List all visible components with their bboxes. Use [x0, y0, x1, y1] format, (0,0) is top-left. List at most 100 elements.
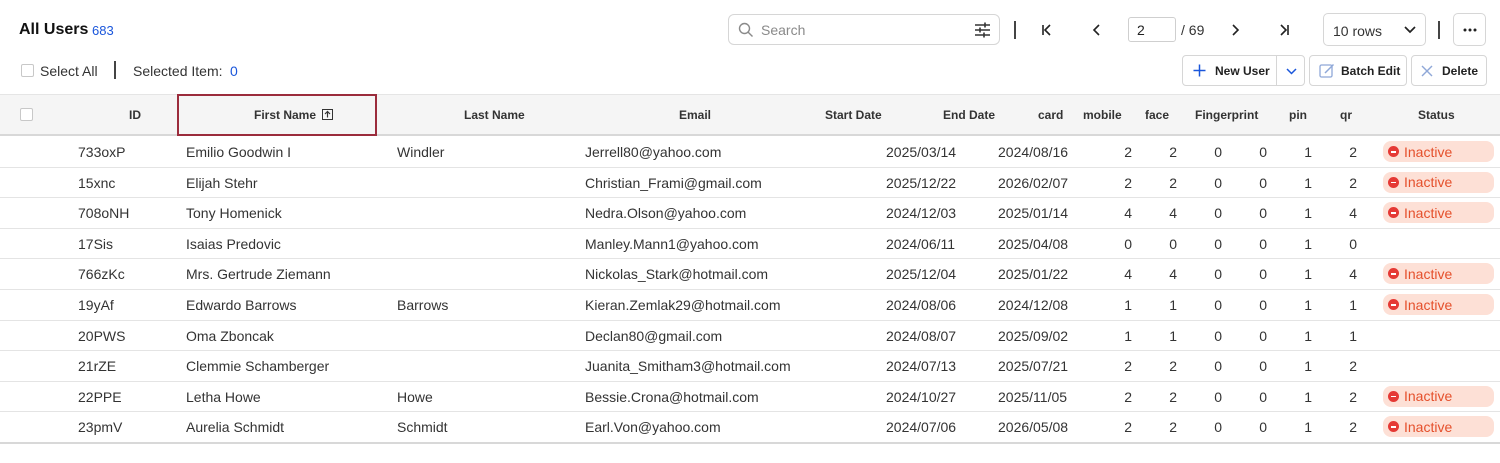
status-badge: Inactive	[1383, 385, 1494, 407]
cell-qr: 2	[1349, 388, 1357, 405]
cell-fingerprint: 0	[1259, 235, 1267, 252]
toolbar-divider	[1438, 21, 1440, 39]
select-all-checkbox[interactable]	[21, 64, 34, 77]
col-card[interactable]: card	[1038, 108, 1063, 122]
cell-first: Mrs. Gertrude Ziemann	[186, 266, 331, 283]
total-pages: / 69	[1181, 22, 1205, 38]
cell-start: 2024/07/13	[886, 358, 957, 375]
cell-face: 0	[1214, 235, 1222, 252]
col-mobile[interactable]: mobile	[1083, 108, 1122, 122]
col-id[interactable]: ID	[129, 108, 141, 122]
cell-email: Declan80@gmail.com	[585, 327, 723, 344]
cell-id: 766zKc	[78, 266, 125, 283]
sorted-column-highlight	[177, 94, 377, 136]
cell-start: 2025/12/22	[886, 174, 957, 191]
page-title: All Users	[19, 21, 89, 38]
col-start-date[interactable]: Start Date	[825, 108, 882, 122]
cell-pin: 1	[1304, 235, 1312, 252]
table-row[interactable]: 733oxP Emilio Goodwin I Windler Jerrell80@y…	[0, 137, 1500, 168]
cell-face: 0	[1214, 297, 1222, 313]
cell-face: 0	[1214, 205, 1222, 222]
header-checkbox[interactable]	[20, 108, 33, 121]
cell-last: Schmidt	[397, 419, 448, 436]
table-row[interactable]: 22PPE Letha Howe Howe Bessie.Crona@hotmail.…	[0, 381, 1500, 413]
cell-fingerprint: 0	[1259, 327, 1267, 344]
chevron-right-icon	[1232, 24, 1240, 36]
prev-page-button[interactable]	[1086, 19, 1108, 41]
cell-email: Manley.Mann1@yahoo.com	[585, 235, 759, 252]
col-face[interactable]: face	[1145, 108, 1169, 122]
cell-card: 1	[1124, 327, 1132, 344]
cell-face: 0	[1214, 327, 1222, 344]
cell-pin: 1	[1304, 419, 1312, 436]
cell-fingerprint: 0	[1259, 358, 1267, 375]
cell-fingerprint: 0	[1259, 388, 1267, 405]
cell-qr: 4	[1349, 266, 1357, 283]
minus-circle-icon	[1388, 268, 1399, 280]
cell-card: 2	[1124, 388, 1132, 405]
rows-per-page-select[interactable]: 10 rows	[1323, 13, 1426, 46]
table-row[interactable]: 23pmV Aurelia Schmidt Schmidt Earl.Von@yaho…	[0, 412, 1500, 443]
selected-item-label: Selected Item:	[133, 63, 223, 79]
cell-card: 2	[1124, 144, 1132, 160]
filter-sliders-icon[interactable]	[974, 22, 991, 38]
col-end-date[interactable]: End Date	[943, 108, 995, 122]
cell-email: Nedra.Olson@yahoo.com	[585, 205, 747, 222]
col-status[interactable]: Status	[1418, 108, 1455, 122]
table-row[interactable]: 17Sis Isaias Predovic Manley.Mann1@yahoo.c…	[0, 228, 1500, 260]
first-page-button[interactable]	[1036, 19, 1058, 41]
table-bottom-border	[0, 442, 1500, 444]
cell-start: 2025/12/04	[886, 266, 957, 283]
batch-edit-label: Batch Edit	[1341, 64, 1401, 78]
col-qr[interactable]: qr	[1340, 108, 1352, 122]
page-number-input[interactable]	[1128, 17, 1176, 42]
cell-face: 0	[1214, 174, 1222, 191]
cell-email: Kieran.Zemlak29@hotmail.com	[585, 297, 781, 313]
cell-first: Aurelia Schmidt	[186, 419, 285, 436]
cell-mobile: 2	[1169, 419, 1177, 436]
col-pin[interactable]: pin	[1289, 108, 1307, 122]
col-fingerprint[interactable]: Fingerprint	[1195, 108, 1258, 122]
cell-qr: 2	[1349, 419, 1357, 436]
chevron-left-icon	[1092, 24, 1100, 36]
cell-qr: 4	[1349, 205, 1357, 222]
cell-start: 2025/03/14	[886, 144, 957, 160]
next-page-button[interactable]	[1224, 19, 1246, 41]
new-user-button[interactable]: New User	[1182, 55, 1305, 86]
status-badge: Inactive	[1383, 202, 1494, 224]
cell-end: 2025/01/14	[998, 205, 1069, 222]
cell-card: 1	[1124, 297, 1132, 313]
cell-end: 2025/09/02	[998, 327, 1069, 344]
more-options-button[interactable]	[1453, 13, 1486, 46]
close-icon	[1421, 65, 1433, 77]
col-email[interactable]: Email	[679, 108, 711, 122]
table-row[interactable]: 20PWS Oma Zboncak Declan80@gmail.com 2024/0…	[0, 320, 1500, 352]
table-row[interactable]: 708oNH Tony Homenick Nedra.Olson@yahoo.com…	[0, 198, 1500, 229]
table-row[interactable]: 766zKc Mrs. Gertrude Ziemann Nickolas_Star…	[0, 259, 1500, 290]
cell-id: 22PPE	[78, 388, 122, 405]
status-badge: Inactive	[1383, 294, 1494, 315]
status-text: Inactive	[1404, 174, 1453, 191]
table-row[interactable]: 19yAf Edwardo Barrows Barrows Kieran.Zemlak…	[0, 290, 1500, 321]
col-last-name[interactable]: Last Name	[464, 108, 525, 122]
new-user-label: New User	[1215, 64, 1270, 78]
search-input[interactable]	[761, 21, 961, 39]
cell-fingerprint: 0	[1259, 205, 1267, 222]
cell-first: Tony Homenick	[186, 205, 282, 222]
table-row[interactable]: 21rZE Clemmie Schamberger Juanita_Smitham3…	[0, 351, 1500, 382]
cell-email: Juanita_Smitham3@hotmail.com	[585, 358, 791, 375]
chevron-down-icon	[1404, 26, 1416, 34]
status-badge: Inactive	[1383, 263, 1494, 285]
cell-start: 2024/10/27	[886, 388, 957, 405]
plus-icon	[1193, 64, 1206, 77]
cell-pin: 1	[1304, 205, 1312, 222]
batch-edit-button[interactable]: Batch Edit	[1309, 55, 1407, 86]
cell-qr: 2	[1349, 174, 1357, 191]
table-row[interactable]: 15xnc Elijah Stehr Christian_Frami@gmail.c…	[0, 167, 1500, 199]
cell-face: 0	[1214, 358, 1222, 375]
last-page-button[interactable]	[1273, 19, 1295, 41]
delete-button[interactable]: Delete	[1411, 55, 1487, 86]
search-box[interactable]	[728, 14, 1000, 45]
cell-start: 2024/12/03	[886, 205, 957, 222]
chevron-down-icon[interactable]	[1286, 68, 1297, 75]
